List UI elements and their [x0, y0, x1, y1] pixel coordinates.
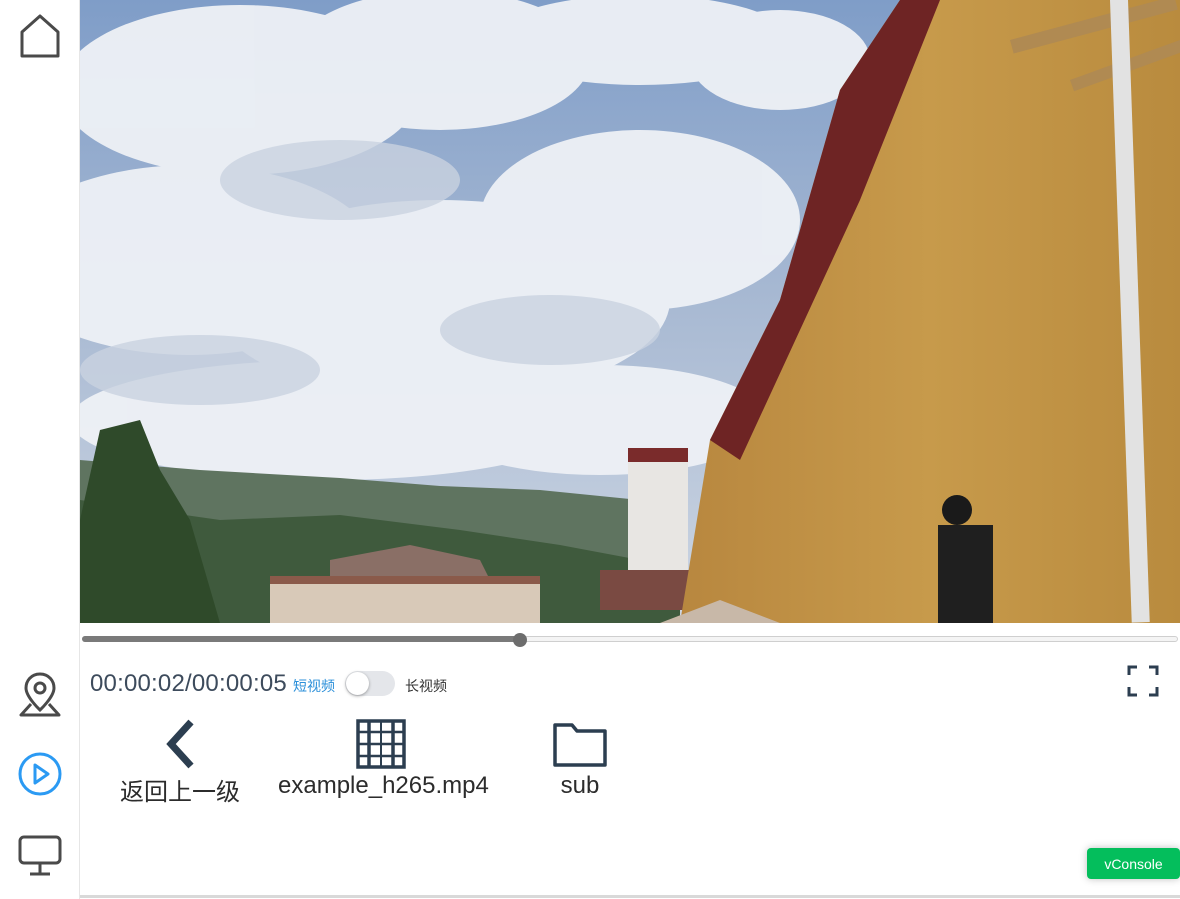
progress-fill	[82, 636, 521, 642]
sidebar-item-player[interactable]	[16, 750, 64, 798]
toggle-knob	[346, 672, 369, 695]
sidebar-item-screen[interactable]	[16, 830, 64, 878]
monitor-icon	[18, 835, 62, 876]
video-file-icon	[356, 719, 406, 769]
folder-icon	[553, 723, 607, 767]
vconsole-button[interactable]: vConsole	[1087, 848, 1180, 879]
file-name-label: example_h265.mp4	[278, 772, 489, 799]
fullscreen-icon	[1127, 665, 1159, 697]
back-up-label: 返回上一级	[120, 779, 240, 806]
chevron-left-icon	[166, 719, 194, 769]
progress-handle[interactable]	[513, 633, 528, 647]
long-video-label[interactable]: 长视频	[405, 676, 447, 696]
folder-name-label: sub	[560, 772, 600, 799]
video-mode-toggle[interactable]	[345, 671, 395, 696]
sidebar	[0, 0, 80, 899]
video-image	[80, 0, 1180, 623]
time-display: 00:00:02/00:00:05	[90, 670, 287, 697]
sidebar-item-location[interactable]	[16, 670, 64, 718]
bottom-divider	[80, 895, 1180, 898]
video-frame[interactable]	[80, 0, 1180, 623]
file-entry-video[interactable]: example_h265.mp4	[278, 716, 489, 800]
back-up-entry[interactable]: 返回上一级	[118, 716, 242, 807]
short-video-label[interactable]: 短视频	[293, 676, 335, 696]
play-icon	[18, 752, 62, 796]
home-icon	[20, 14, 60, 58]
sidebar-item-home[interactable]	[16, 12, 64, 60]
folder-entry-sub[interactable]: sub	[540, 716, 620, 800]
location-icon	[19, 672, 61, 717]
progress-bar[interactable]	[82, 632, 1178, 648]
fullscreen-button[interactable]	[1124, 662, 1162, 700]
